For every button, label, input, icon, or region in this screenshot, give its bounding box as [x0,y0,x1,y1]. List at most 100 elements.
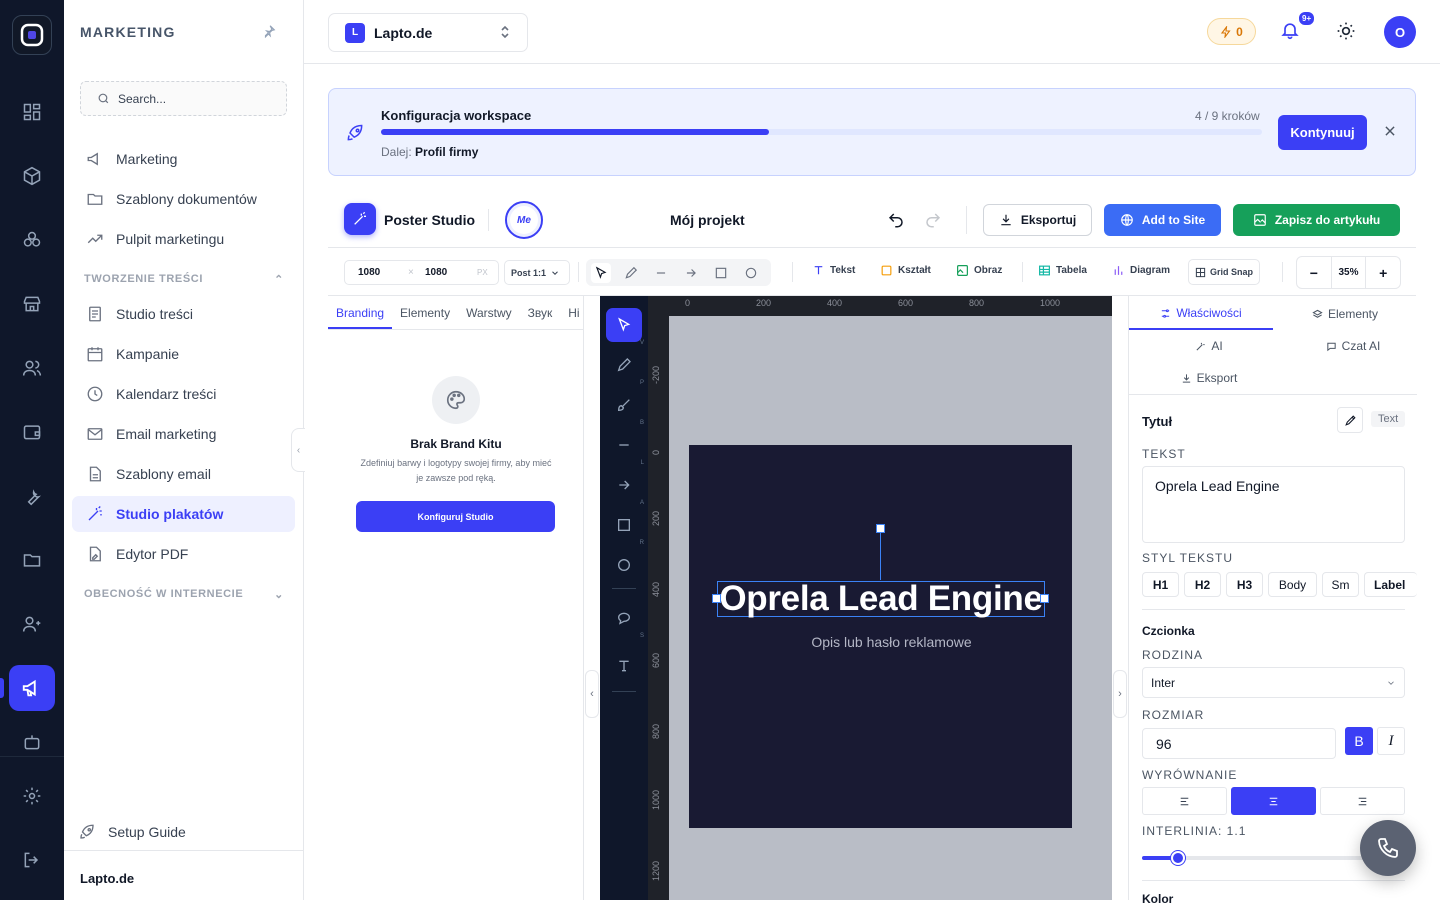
tab-ai-chat[interactable]: Czat AI [1273,330,1433,362]
insert-image[interactable]: Obraz [956,264,1002,277]
style-h3[interactable]: H3 [1226,572,1263,597]
text-content-input[interactable]: Oprela Lead Engine [1142,466,1405,543]
font-size-input[interactable]: 96 [1142,728,1336,759]
style-body[interactable]: Body [1268,572,1317,597]
tab-properties[interactable]: Właściwości [1129,298,1273,330]
height-input[interactable]: 1080 [425,267,447,278]
style-h1[interactable]: H1 [1142,572,1179,597]
italic-toggle[interactable]: I [1377,727,1405,755]
close-icon[interactable] [1383,124,1397,138]
box-icon[interactable] [12,156,52,196]
bold-toggle[interactable]: B [1345,727,1373,755]
network-icon[interactable] [12,220,52,260]
continue-button[interactable]: Kontynuuj [1278,115,1367,150]
insert-shape[interactable]: Kształt [880,264,931,277]
style-label-btn[interactable]: Label [1364,572,1417,597]
folder-icon[interactable] [12,540,52,580]
insert-text[interactable]: Tekst [812,264,855,277]
tab-branding[interactable]: Branding [328,296,393,329]
pin-icon[interactable] [262,24,276,38]
line-tool-icon[interactable]: L [606,428,644,466]
ratio-select[interactable]: Post 1:1 [504,260,570,285]
tab-elements[interactable]: Elementy [392,296,458,329]
align-left-icon[interactable] [1142,787,1227,815]
align-center-icon[interactable] [1231,787,1316,815]
select-tool-icon[interactable]: V [606,308,644,346]
logout-icon[interactable] [12,840,52,880]
pencil-icon[interactable] [621,263,641,283]
nav-item-email-templates[interactable]: Szablony email [72,456,295,492]
font-family-select[interactable]: Inter [1142,667,1405,698]
line-icon[interactable] [651,263,671,283]
rotate-handle[interactable] [876,524,885,533]
insert-table[interactable]: Tabela [1038,264,1087,277]
circle-icon[interactable] [741,263,761,283]
notifications-button[interactable]: 9+ [1280,10,1317,40]
tab-ai[interactable]: AI [1129,330,1289,362]
brush-tool-icon[interactable]: B [606,388,644,426]
tab-export[interactable]: Eksport [1129,362,1289,394]
wrench-icon[interactable] [12,476,52,516]
tab-elements[interactable]: Elementy [1273,298,1417,330]
tab-sound[interactable]: Звук [520,296,561,329]
zoom-out-button[interactable]: − [1297,257,1331,288]
tab-history[interactable]: Hi [560,296,583,329]
style-h2[interactable]: H2 [1184,572,1221,597]
zoom-in-button[interactable]: + [1366,257,1400,288]
user-avatar[interactable]: O [1384,16,1416,48]
bot-icon[interactable] [12,734,52,750]
dashboard-icon[interactable] [12,92,52,132]
ellipse-tool-icon[interactable] [606,548,642,582]
nav-item-email-marketing[interactable]: Email marketing [72,416,295,452]
nav-item-campaigns[interactable]: Kampanie [72,336,295,372]
nav-item-pdf-editor[interactable]: Edytor PDF [72,536,295,572]
pen-tool-icon[interactable]: P [606,348,644,386]
users-icon[interactable] [12,348,52,388]
app-logo[interactable] [12,15,52,55]
store-icon[interactable] [12,284,52,324]
tab-layers[interactable]: Warstwy [458,296,520,329]
export-button[interactable]: Eksportuj [983,204,1092,236]
poster-subtitle[interactable]: Opis lub hasło reklamowe [689,634,1094,650]
arrow-tool-icon[interactable]: A [606,468,644,506]
width-input[interactable]: 1080 [358,267,380,278]
right-panel-handle[interactable]: › [1113,670,1127,718]
megaphone-icon[interactable] [9,665,55,711]
save-to-article-button[interactable]: Zapisz do artykułu [1233,204,1400,236]
wallet-icon[interactable] [12,412,52,452]
poster-artboard[interactable]: Oprela Lead Engine Opis lub hasło reklam… [689,445,1072,828]
team-icon[interactable] [12,604,52,644]
text-tool-icon[interactable] [606,649,642,683]
redo-icon[interactable] [924,211,942,229]
section-online-presence[interactable]: OBECNOŚĆ W INTERNECIE ⌄ [84,588,284,601]
nav-item-poster-studio[interactable]: Studio plakatów [72,496,295,532]
grid-snap-toggle[interactable]: Grid Snap [1188,259,1260,285]
nav-item-marketing[interactable]: Marketing [72,141,295,177]
resize-handle-right[interactable] [1040,594,1049,603]
nav-item-marketing-dashboard[interactable]: Pulpit marketingu [72,221,295,257]
credits-badge[interactable]: 0 [1207,18,1256,45]
zoom-value[interactable]: 35% [1330,257,1367,288]
align-right-icon[interactable] [1320,787,1405,815]
nav-item-content-studio[interactable]: Studio treści [72,296,295,332]
sidebar-search[interactable]: Search... [80,81,287,116]
speech-bubble-tool-icon[interactable]: S [606,601,644,639]
resize-handle-left[interactable] [712,594,721,603]
style-small[interactable]: Sm [1322,572,1359,597]
slider-thumb[interactable] [1170,851,1185,865]
call-support-button[interactable] [1360,820,1416,876]
eyedropper-icon[interactable] [1337,407,1363,433]
arrow-icon[interactable] [681,263,701,283]
rectangle-icon[interactable] [711,263,731,283]
rectangle-tool-icon[interactable]: R [606,508,644,546]
project-name[interactable]: Mój projekt [670,212,745,228]
insert-diagram[interactable]: Diagram [1112,264,1170,277]
setup-guide-link[interactable]: Setup Guide [78,823,186,841]
left-panel-handle[interactable]: ‹ [585,670,599,718]
poster-title[interactable]: Oprela Lead Engine [717,579,1045,618]
settings-icon[interactable] [12,776,52,816]
sidebar-collapse-handle[interactable]: ‹ [291,428,305,472]
pointer-icon[interactable] [591,263,611,283]
canvas-size[interactable]: 1080 × 1080 PX [344,260,499,285]
section-content-creation[interactable]: TWORZENIE TREŚCI ⌃ [84,273,284,286]
